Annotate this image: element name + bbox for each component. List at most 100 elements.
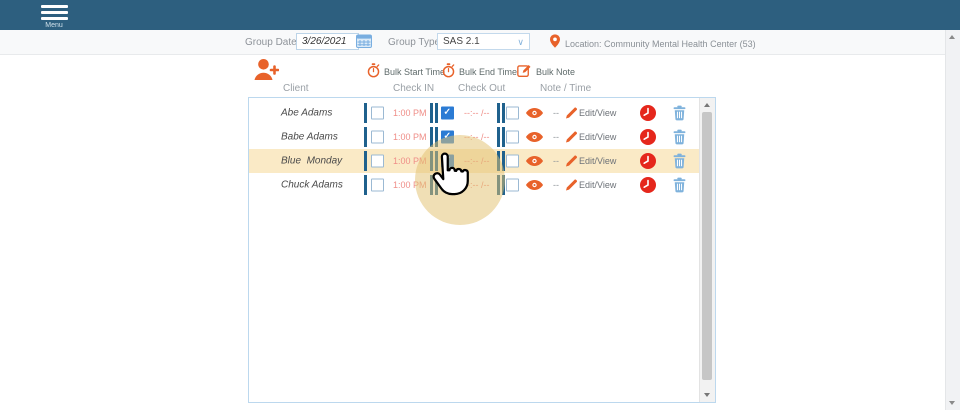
- column-divider: [435, 103, 438, 123]
- column-divider: [364, 127, 367, 147]
- column-divider: [430, 127, 433, 147]
- time-clock-icon[interactable]: [640, 153, 656, 169]
- edit-pencil-icon[interactable]: [566, 108, 577, 119]
- check-in-checkbox[interactable]: [371, 107, 384, 120]
- check-out-checkbox[interactable]: [441, 179, 454, 192]
- chevron-down-icon: ∨: [517, 35, 524, 50]
- check-in-checkbox[interactable]: [371, 131, 384, 144]
- check-out-checkbox[interactable]: [441, 107, 454, 120]
- time-clock-icon[interactable]: [640, 177, 656, 193]
- scroll-down-arrow-icon[interactable]: [704, 393, 710, 397]
- location-pin-icon: [550, 34, 560, 53]
- edit-pencil-icon[interactable]: [566, 132, 577, 143]
- table-rows: Abe Adams 1:00 PM --:-- /-- -- Edit/View…: [249, 101, 700, 197]
- table-row: Chuck Adams 1:00 PM --:-- /-- -- Edit/Vi…: [249, 173, 699, 197]
- check-in-checkbox[interactable]: [371, 179, 384, 192]
- menu-button[interactable]: Menu: [36, 2, 72, 29]
- view-note-eye-icon[interactable]: [526, 132, 543, 143]
- attendance-table: Abe Adams 1:00 PM --:-- /-- -- Edit/View…: [248, 97, 716, 403]
- column-divider: [502, 127, 505, 147]
- note-time-value: --: [553, 156, 559, 166]
- column-divider: [435, 175, 438, 195]
- page-scrollbar[interactable]: [945, 30, 960, 410]
- check-out-checkbox[interactable]: [441, 131, 454, 144]
- group-type-value: SAS 2.1: [443, 36, 480, 47]
- check-in-time[interactable]: 1:00 PM: [393, 108, 427, 118]
- edit-pencil-icon[interactable]: [566, 156, 577, 167]
- group-type-select[interactable]: SAS 2.1 ∨: [437, 33, 530, 50]
- edit-view-link[interactable]: Edit/View: [579, 156, 616, 166]
- view-note-eye-icon[interactable]: [526, 180, 543, 191]
- add-client-button[interactable]: [253, 58, 279, 82]
- column-divider: [497, 127, 500, 147]
- bulk-note-button[interactable]: Bulk Note: [517, 63, 575, 80]
- view-note-eye-icon[interactable]: [526, 108, 543, 119]
- top-menu-bar: Menu: [0, 0, 960, 30]
- scrollbar-thumb[interactable]: [702, 112, 712, 380]
- check-out-time[interactable]: --:-- /--: [464, 108, 489, 118]
- column-header-client: Client: [283, 83, 309, 94]
- bulk-end-time-button[interactable]: Bulk End Time: [442, 63, 517, 80]
- group-date-label: Group Date:: [245, 37, 299, 48]
- column-header-check-out: Check Out: [458, 83, 505, 94]
- column-divider: [435, 127, 438, 147]
- column-divider: [435, 151, 438, 171]
- bulk-end-time-label: Bulk End Time: [459, 67, 517, 77]
- check-out-time[interactable]: --:-- /--: [464, 156, 489, 166]
- check-out-time[interactable]: --:-- /--: [464, 180, 489, 190]
- client-name: Blue Monday: [281, 156, 342, 167]
- edit-view-link[interactable]: Edit/View: [579, 108, 616, 118]
- location-label: Location: Community Mental Health Center…: [565, 39, 756, 49]
- check-out-checkbox[interactable]: [441, 155, 454, 168]
- check-in-time[interactable]: 1:00 PM: [393, 156, 427, 166]
- group-type-label: Group Type:: [388, 37, 443, 48]
- column-divider: [364, 175, 367, 195]
- scroll-down-arrow-icon[interactable]: [949, 401, 955, 405]
- column-divider: [502, 151, 505, 171]
- note-time-value: --: [553, 132, 559, 142]
- time-clock-icon[interactable]: [640, 129, 656, 145]
- check-in-checkbox[interactable]: [371, 155, 384, 168]
- column-divider: [497, 151, 500, 171]
- scroll-up-arrow-icon[interactable]: [704, 103, 710, 107]
- table-row: Blue Monday 1:00 PM --:-- /-- -- Edit/Vi…: [249, 149, 699, 173]
- bulk-note-label: Bulk Note: [536, 67, 575, 77]
- stopwatch-icon: [367, 63, 380, 80]
- client-name: Babe Adams: [281, 132, 338, 143]
- column-divider: [502, 103, 505, 123]
- edit-view-link[interactable]: Edit/View: [579, 132, 616, 142]
- filters-toolbar: Group Date: 3/26/2021 Group Type: SAS 2.…: [0, 30, 946, 55]
- calendar-icon[interactable]: [356, 34, 372, 48]
- view-note-eye-icon[interactable]: [526, 156, 543, 167]
- note-checkbox[interactable]: [506, 179, 519, 192]
- delete-trash-icon[interactable]: [673, 178, 686, 193]
- column-divider: [430, 151, 433, 171]
- group-date-input[interactable]: 3/26/2021: [296, 33, 359, 50]
- delete-trash-icon[interactable]: [673, 106, 686, 121]
- note-checkbox[interactable]: [506, 107, 519, 120]
- bulk-start-time-button[interactable]: Bulk Start Time: [367, 63, 445, 80]
- column-header-check-in: Check IN: [393, 83, 434, 94]
- table-row: Abe Adams 1:00 PM --:-- /-- -- Edit/View: [249, 101, 699, 125]
- column-divider: [364, 151, 367, 171]
- location-display: Location: Community Mental Health Center…: [550, 34, 756, 53]
- time-clock-icon[interactable]: [640, 105, 656, 121]
- check-in-time[interactable]: 1:00 PM: [393, 180, 427, 190]
- column-divider: [497, 103, 500, 123]
- note-checkbox[interactable]: [506, 131, 519, 144]
- table-scrollbar[interactable]: [699, 98, 715, 402]
- column-divider: [502, 175, 505, 195]
- table-row: Babe Adams 1:00 PM --:-- /-- -- Edit/Vie…: [249, 125, 699, 149]
- note-edit-icon: [517, 63, 532, 80]
- column-divider: [430, 175, 433, 195]
- check-out-time[interactable]: --:-- /--: [464, 132, 489, 142]
- column-divider: [497, 175, 500, 195]
- delete-trash-icon[interactable]: [673, 130, 686, 145]
- hamburger-icon: [36, 5, 72, 21]
- delete-trash-icon[interactable]: [673, 154, 686, 169]
- edit-pencil-icon[interactable]: [566, 180, 577, 191]
- scroll-up-arrow-icon[interactable]: [949, 35, 955, 39]
- check-in-time[interactable]: 1:00 PM: [393, 132, 427, 142]
- edit-view-link[interactable]: Edit/View: [579, 180, 616, 190]
- note-checkbox[interactable]: [506, 155, 519, 168]
